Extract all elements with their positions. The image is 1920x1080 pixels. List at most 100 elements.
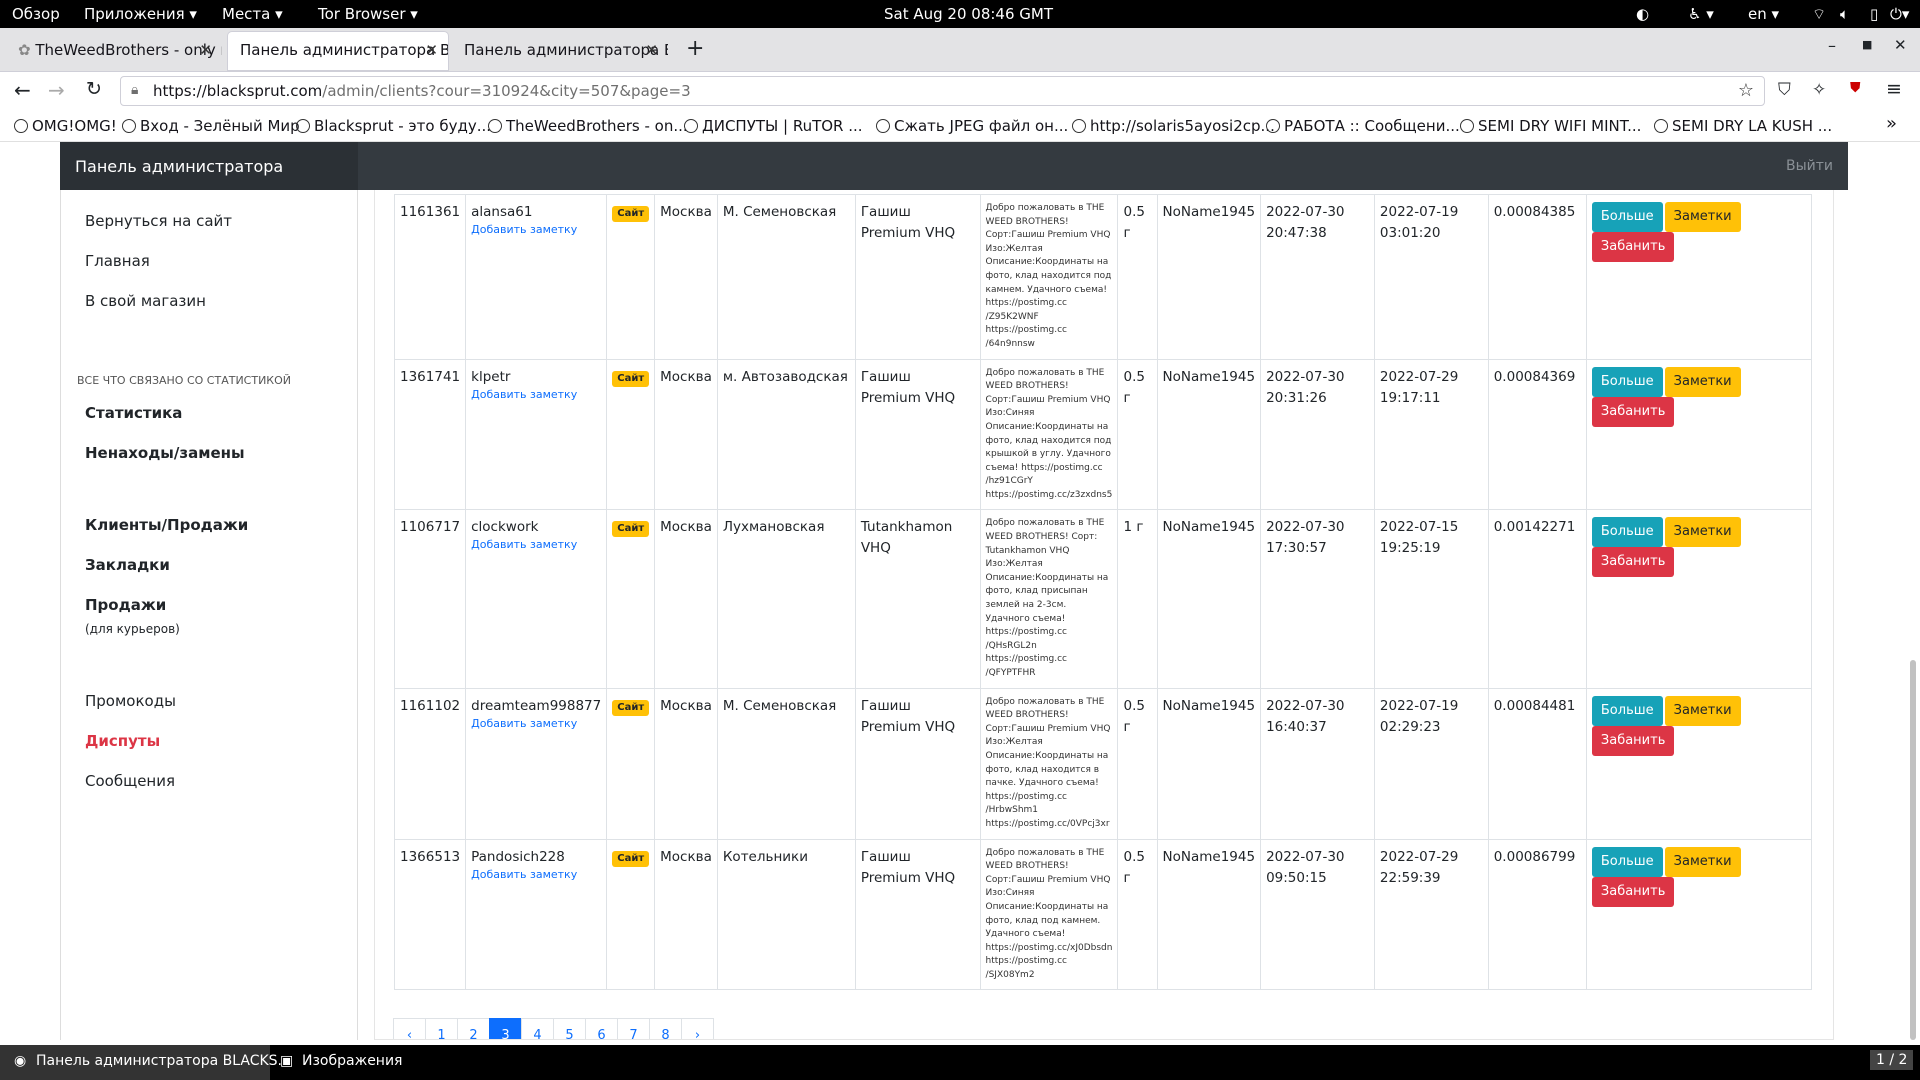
ublock-icon[interactable]: ⛊ (1850, 80, 1861, 96)
more-button[interactable]: Больше (1591, 517, 1663, 548)
apps-menu[interactable]: Приложения ▾ (84, 5, 197, 23)
close-icon[interactable]: ✕ (425, 41, 438, 59)
sidebar-item-main[interactable]: Главная (85, 252, 150, 270)
bookmark-item[interactable]: Вход - Зелёный Мир (122, 117, 300, 135)
more-button[interactable]: Больше (1591, 695, 1663, 726)
cell-courier: NoName1945 (1156, 838, 1262, 991)
taskbar-window-label[interactable]: Панель администратора BLACKS... (36, 1053, 291, 1069)
bookmarks-overflow-icon[interactable]: » (1886, 113, 1897, 134)
product: Гашиш Premium VHQ (860, 204, 956, 241)
notes-button[interactable]: Заметки (1664, 517, 1741, 548)
bookmark-item[interactable]: http://solaris5ayosi2cp... (1072, 117, 1275, 135)
language-menu[interactable]: en ▾ (1748, 5, 1779, 23)
bookmark-item[interactable]: Blacksprut - это буду... (296, 117, 491, 135)
add-note-link[interactable]: Добавить заметку (471, 223, 601, 237)
cell-actions: Больше ЗаметкиЗабанить (1585, 509, 1813, 689)
bookmark-item[interactable]: Сжать JPEG файл он... (876, 117, 1068, 135)
pagination-page[interactable]: 8 (649, 1018, 682, 1039)
new-tab-icon[interactable]: + (686, 36, 704, 61)
workspace-indicator[interactable]: 1 / 2 (1870, 1050, 1914, 1070)
accessibility-icon[interactable]: ♿ ▾ (1688, 5, 1714, 23)
sidebar-item-clients[interactable]: Клиенты/Продажи (85, 516, 248, 534)
overview-button[interactable]: Обзор (12, 5, 60, 23)
shield-icon[interactable]: ⛉ (1778, 80, 1791, 100)
bookmark-item[interactable]: SEMI DRY WIFI MINT... (1460, 117, 1641, 135)
sidebar-item-sales[interactable]: Продажи (85, 596, 166, 614)
tor-browser-menu[interactable]: Tor Browser ▾ (318, 5, 418, 23)
pagination-page[interactable]: 6 (585, 1018, 618, 1039)
courier: NoName1945 (1162, 848, 1256, 865)
close-window-icon[interactable]: ✕ (1894, 36, 1907, 54)
ban-button[interactable]: Забанить (1591, 547, 1675, 578)
taskbar-images-label[interactable]: Изображения (302, 1053, 402, 1069)
notes-button[interactable]: Заметки (1664, 695, 1741, 726)
quantity: 0.5 г (1123, 848, 1145, 886)
back-icon[interactable]: ← (14, 78, 31, 102)
tor-circuit-icon[interactable]: ✧ (1812, 80, 1826, 100)
pagination-page[interactable]: 7 (617, 1018, 650, 1039)
places-menu[interactable]: Места ▾ (222, 5, 283, 23)
page-scrollbar[interactable] (1910, 190, 1916, 1040)
power-menu-icon[interactable]: ⏻▾ (1890, 5, 1909, 23)
close-icon[interactable]: ✕ (199, 41, 212, 59)
sidebar-item-back-to-site[interactable]: Вернуться на сайт (85, 212, 232, 230)
add-note-link[interactable]: Добавить заметку (471, 717, 601, 731)
bookmark-item[interactable]: РАБОТА :: Сообщени... (1266, 117, 1460, 135)
tab-admin-panel-active[interactable]: Панель администратора BL ✕ (228, 32, 448, 70)
bookmark-item[interactable]: ДИСПУТЫ | RuTOR ... (684, 117, 863, 135)
maximize-icon[interactable]: ■ (1862, 38, 1872, 51)
more-button[interactable]: Больше (1591, 846, 1663, 877)
pagination-page[interactable]: 5 (553, 1018, 586, 1039)
ban-button[interactable]: Забанить (1591, 232, 1675, 262)
pagination-next[interactable]: › (681, 1018, 714, 1039)
sidebar-item-messages[interactable]: Сообщения (85, 772, 175, 790)
date-created: 2022-07-30 16:40:37 (1266, 697, 1345, 735)
ban-button[interactable]: Забанить (1591, 396, 1675, 427)
add-note-link[interactable]: Добавить заметку (471, 868, 601, 882)
pagination-page-current[interactable]: 3 (489, 1018, 522, 1039)
cell-desc: Добро пожаловать в THE WEED BROTHERS! Со… (979, 687, 1119, 840)
cell-price: 0.00084481 (1487, 687, 1587, 840)
minimize-icon[interactable]: – (1828, 36, 1836, 55)
clock[interactable]: Sat Aug 20 08:46 GMT (884, 5, 1053, 23)
pagination-page[interactable]: 2 (457, 1018, 490, 1039)
close-icon[interactable]: ✕ (645, 41, 658, 59)
reload-icon[interactable]: ↻ (86, 78, 102, 100)
more-button[interactable]: Больше (1591, 366, 1663, 397)
add-note-link[interactable]: Добавить заметку (471, 538, 601, 552)
pagination-prev[interactable]: ‹ (393, 1018, 426, 1039)
sidebar-item-shop[interactable]: В свой магазин (85, 292, 206, 310)
bookmark-item[interactable]: OMG!OMG! (14, 117, 117, 135)
sidebar-item-statistics[interactable]: Статистика (85, 404, 182, 422)
notes-button[interactable]: Заметки (1664, 202, 1741, 232)
sidebar-item-promo[interactable]: Промокоды (85, 692, 176, 710)
tab-label: TheWeedBrothers - only r (35, 41, 222, 59)
hamburger-menu-icon[interactable]: ≡ (1886, 78, 1902, 100)
bookmark-item[interactable]: TheWeedBrothers - on... (488, 117, 688, 135)
address-bar[interactable]: 🔒︎ https://blacksprut.com/admin/clients?… (120, 76, 1765, 106)
tab-theweedbrothers[interactable]: ✿ TheWeedBrothers - only r ✕ (6, 32, 222, 70)
ban-button[interactable]: Забанить (1591, 876, 1675, 907)
sidebar-item-misses[interactable]: Ненаходы/замены (85, 444, 245, 462)
cell-actions: Больше ЗаметкиЗабанить (1585, 687, 1813, 840)
notes-button[interactable]: Заметки (1664, 846, 1741, 877)
notes-button[interactable]: Заметки (1664, 366, 1741, 397)
date-created: 2022-07-30 17:30:57 (1266, 519, 1345, 557)
date-registered: 2022-07-19 03:01:20 (1379, 204, 1459, 241)
star-icon[interactable]: ☆ (1738, 80, 1754, 101)
tab-admin-panel[interactable]: Панель администратора BL ✕ (452, 32, 668, 70)
bookmark-item[interactable]: SEMI DRY LA KUSH ... (1654, 117, 1832, 135)
admin-brand[interactable]: Панель администратора (60, 142, 358, 190)
scrollbar-thumb[interactable] (1910, 660, 1916, 1040)
add-note-link[interactable]: Добавить заметку (471, 388, 601, 402)
more-button[interactable]: Больше (1591, 202, 1663, 232)
pagination-page[interactable]: 1 (425, 1018, 458, 1039)
globe-icon (876, 119, 890, 133)
forward-icon[interactable]: → (48, 78, 65, 102)
ban-button[interactable]: Забанить (1591, 725, 1675, 756)
username: Pandosich228 (471, 848, 565, 865)
logout-link[interactable]: Выйти (1786, 158, 1833, 174)
pagination-page[interactable]: 4 (521, 1018, 554, 1039)
sidebar-item-bookmarks[interactable]: Закладки (85, 556, 170, 574)
sidebar-item-disputes[interactable]: Диспуты (85, 732, 160, 750)
